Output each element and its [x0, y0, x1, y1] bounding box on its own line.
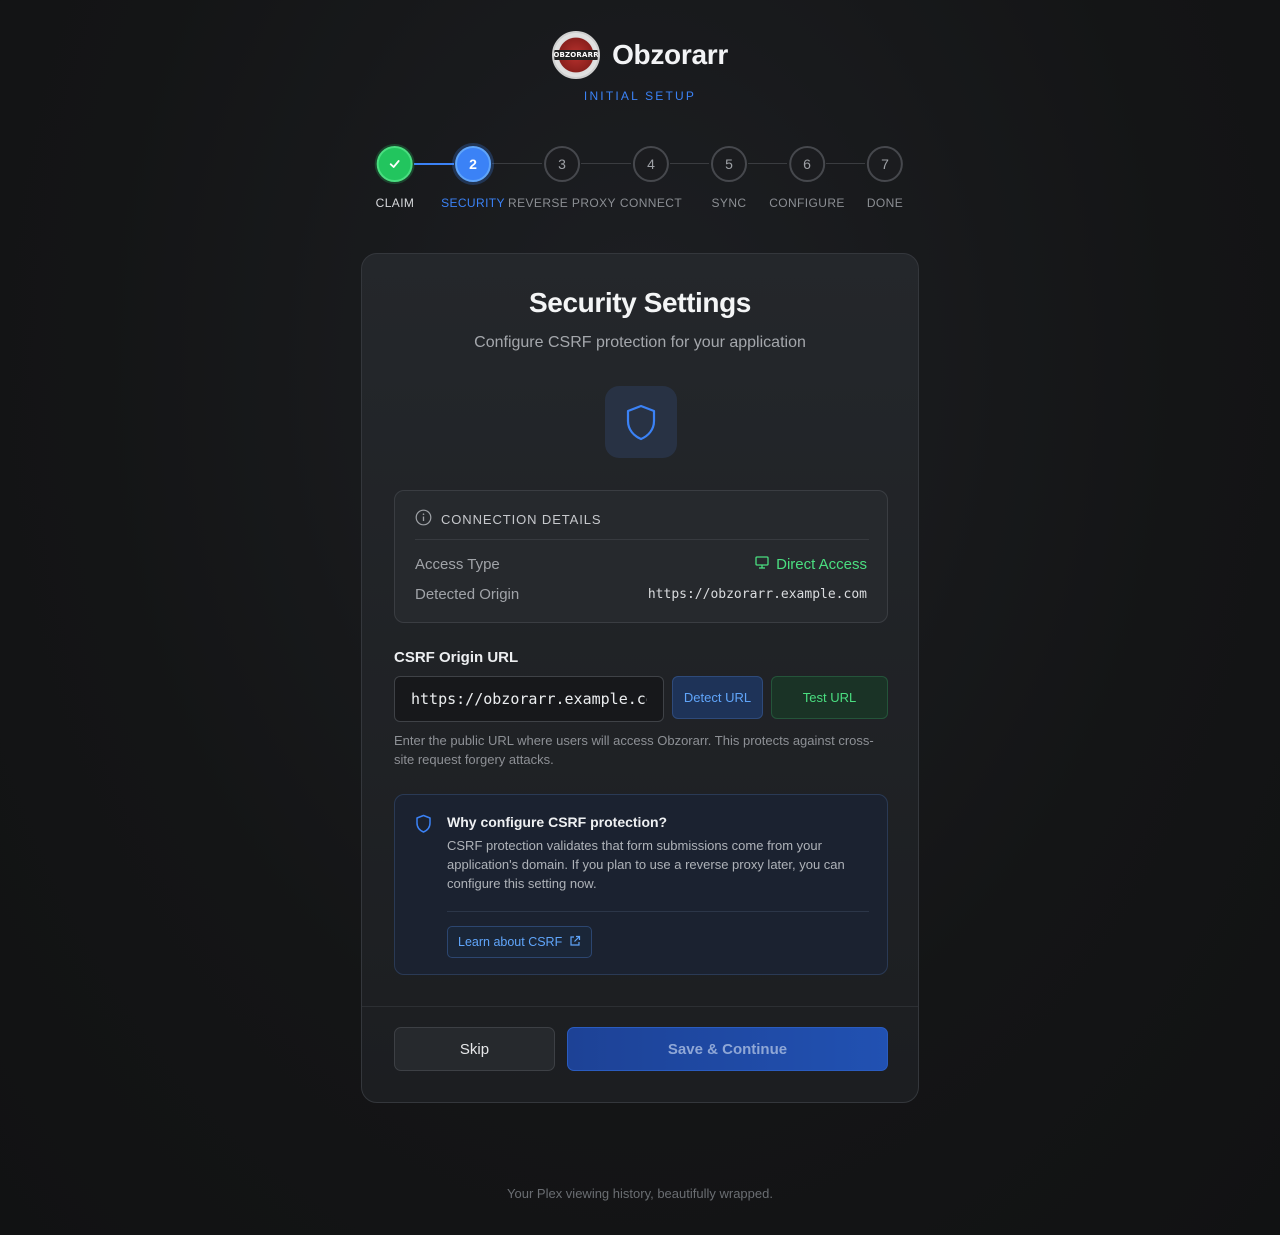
details-heading-text: CONNECTION DETAILS — [441, 511, 602, 527]
access-type-text: Direct Access — [776, 556, 867, 573]
obzorarr-logo: OBZORARR — [552, 31, 601, 79]
step-label: CONFIGURE — [769, 196, 845, 210]
test-url-button[interactable]: Test URL — [771, 676, 888, 719]
brand-header: OBZORARR Obzorarr — [0, 31, 1280, 79]
step-number: 4 — [632, 146, 669, 182]
check-icon — [377, 146, 413, 182]
page-subtitle: Configure CSRF protection for your appli… — [474, 334, 806, 351]
footer-tagline: Your Plex viewing history, beautifully w… — [507, 1186, 773, 1201]
csrf-origin-input[interactable] — [394, 676, 664, 722]
shield-icon — [605, 386, 677, 458]
shield-icon — [415, 814, 432, 838]
step-label: REVERSE PROXY — [508, 196, 616, 210]
step-label: CONNECT — [619, 196, 683, 210]
step-label: SYNC — [711, 196, 747, 210]
save-continue-button[interactable]: Save & Continue — [567, 1027, 888, 1071]
connection-details-panel: CONNECTION DETAILS Access Type Direct Ac… — [394, 490, 888, 623]
access-type-row: Access Type Direct Access — [415, 556, 867, 573]
learn-about-csrf-link[interactable]: Learn about CSRF — [447, 926, 593, 958]
setup-subtitle: INITIAL SETUP — [583, 89, 697, 103]
detected-origin-row: Detected Origin https://obzorarr.example… — [415, 586, 867, 603]
step-reverse-proxy[interactable]: 3 REVERSE PROXY — [508, 146, 616, 210]
skip-button[interactable]: Skip — [394, 1027, 555, 1071]
step-label: DONE — [866, 196, 904, 210]
detected-origin-label: Detected Origin — [415, 586, 520, 603]
monitor-icon — [755, 556, 769, 573]
step-connect[interactable]: 4 CONNECT — [620, 146, 682, 210]
setup-stepper: CLAIM 2 SECURITY 3 REVERSE PROXY 4 CONNE… — [0, 146, 1280, 216]
step-number: 7 — [867, 146, 903, 182]
access-type-label: Access Type — [415, 556, 500, 573]
page-title: Security Settings — [529, 287, 751, 318]
detect-url-button[interactable]: Detect URL — [672, 676, 763, 719]
step-sync[interactable]: 5 SYNC — [711, 146, 747, 210]
access-type-value: Direct Access — [755, 556, 867, 573]
step-number: 3 — [544, 146, 580, 182]
step-label: CLAIM — [375, 196, 415, 210]
step-configure[interactable]: 6 CONFIGURE — [769, 146, 845, 210]
info-title: Why configure CSRF protection? — [447, 814, 668, 830]
learn-link-text: Learn about CSRF — [458, 935, 563, 949]
external-link-icon — [569, 935, 581, 950]
csrf-origin-label: CSRF Origin URL — [394, 649, 519, 666]
step-claim[interactable]: CLAIM — [376, 146, 415, 210]
logo-wordmark: OBZORARR — [553, 50, 599, 60]
connection-details-heading: CONNECTION DETAILS — [415, 509, 601, 529]
info-circle-icon — [415, 509, 432, 529]
divider — [415, 539, 869, 540]
security-settings-card: Security Settings Configure CSRF protect… — [361, 253, 919, 1103]
brand-name: Obzorarr — [612, 39, 728, 70]
step-number: 5 — [711, 146, 747, 182]
step-done[interactable]: 7 DONE — [867, 146, 903, 210]
divider — [362, 1006, 918, 1007]
divider — [447, 911, 869, 912]
csrf-help-text: Enter the public URL where users will ac… — [394, 733, 874, 767]
step-label: SECURITY — [441, 196, 505, 210]
step-number: 2 — [455, 146, 491, 182]
info-body: CSRF protection validates that form subm… — [447, 838, 845, 891]
step-security[interactable]: 2 SECURITY — [441, 146, 505, 210]
csrf-info-panel: Why configure CSRF protection? CSRF prot… — [394, 794, 888, 975]
step-number: 6 — [788, 146, 825, 182]
detected-origin-value: https://obzorarr.example.com — [647, 587, 867, 602]
